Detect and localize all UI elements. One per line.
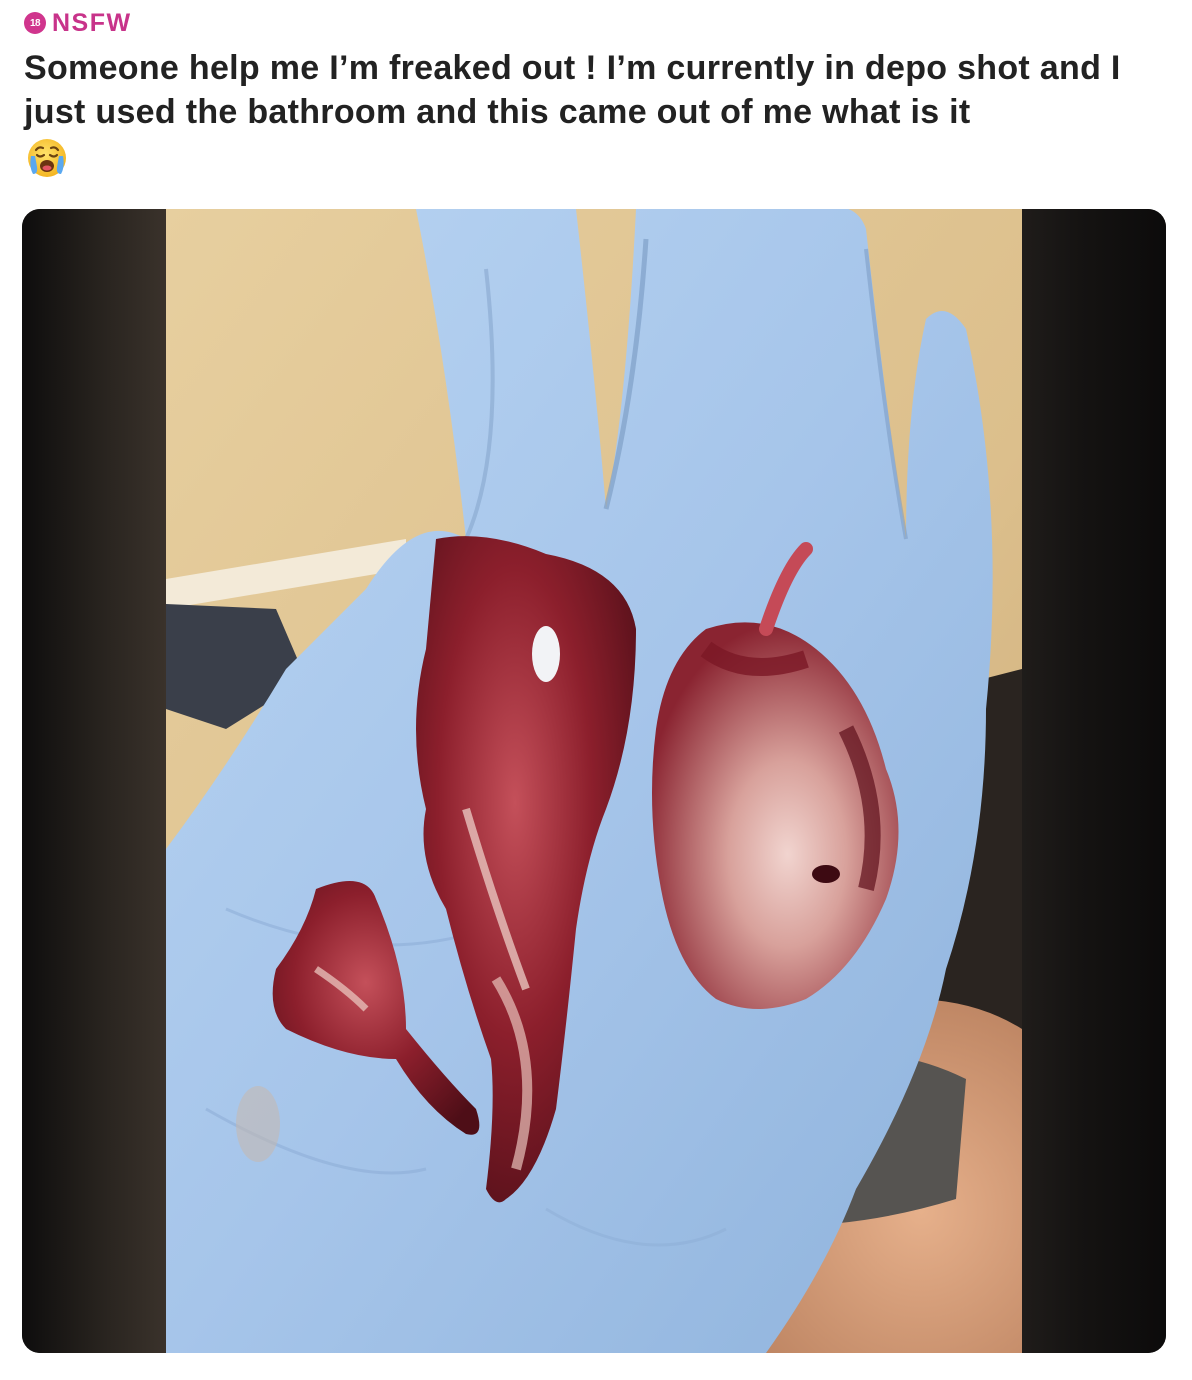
- nsfw-18-icon: 18: [24, 12, 46, 34]
- post-title[interactable]: Someone help me I’m freaked out ! I’m cu…: [24, 46, 1164, 191]
- media-blur-right: [1022, 209, 1166, 1353]
- media-blur-left: [22, 209, 166, 1353]
- nsfw-label: NSFW: [52, 8, 132, 37]
- nsfw-tag[interactable]: 18 NSFW: [24, 8, 132, 38]
- crying-face-emoji-icon: [24, 134, 70, 191]
- post-title-text: Someone help me I’m freaked out ! I’m cu…: [24, 49, 1121, 131]
- photo-image: [166, 209, 1022, 1353]
- post-media[interactable]: [22, 209, 1166, 1353]
- post-card[interactable]: 18 NSFW Someone help me I’m freaked out …: [0, 0, 1192, 1380]
